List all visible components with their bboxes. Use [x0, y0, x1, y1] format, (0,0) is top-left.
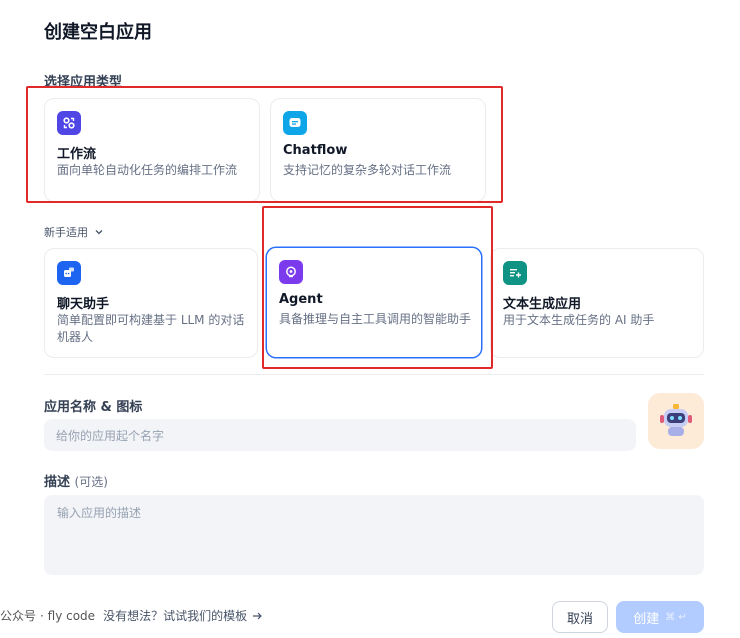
agent-icon [279, 260, 303, 284]
arrow-right-icon [253, 612, 262, 619]
watermark-suffix: · fly code [40, 608, 96, 623]
app-type-title: Agent [279, 292, 323, 307]
desc-placeholder: 输入应用的描述 [57, 506, 142, 520]
app-description-textarea[interactable]: 输入应用的描述 [44, 495, 704, 575]
create-button-label: 创建 [633, 611, 660, 627]
app-type-desc: 支持记忆的复杂多轮对话工作流 [283, 163, 452, 177]
create-shortcut: ⌘ ↵ [665, 611, 687, 623]
app-type-section-label: 选择应用类型 [44, 75, 123, 90]
divider [44, 374, 704, 375]
newbie-label: 新手适用 [44, 226, 88, 239]
robot-icon [660, 404, 692, 436]
chatflow-icon [283, 111, 307, 135]
newbie-toggle[interactable]: 新手适用 [44, 224, 104, 240]
desc-optional: (可选) [74, 475, 108, 489]
workflow-icon [57, 111, 81, 135]
app-type-card-text-generation[interactable]: 文本生成应用 用于文本生成任务的 AI 助手 [490, 248, 704, 358]
template-link-text: 没有想法？试试我们的模板 [103, 609, 248, 623]
text-generation-icon [503, 261, 527, 285]
app-type-card-workflow[interactable]: 工作流 面向单轮自动化任务的编排工作流 [44, 98, 260, 202]
name-label: 应用名称 & 图标 [44, 400, 143, 415]
app-type-desc: 简单配置即可构建基于 LLM 的对话机器人 [57, 313, 245, 344]
chat-assistant-icon [57, 261, 81, 285]
create-button[interactable]: 创建 ⌘ ↵ [616, 601, 704, 633]
chevron-down-icon [95, 230, 103, 235]
footer-left: 公众号 · fly code 没有想法？试试我们的模板 [0, 607, 263, 624]
app-type-title: Chatflow [283, 143, 348, 158]
app-type-card-chat-assistant[interactable]: 聊天助手 简单配置即可构建基于 LLM 的对话机器人 [44, 248, 258, 358]
desc-label: 描述 (可选) [44, 471, 108, 490]
app-type-title: 聊天助手 [57, 297, 110, 312]
watermark: 公众号 [0, 609, 37, 623]
app-type-title: 文本生成应用 [503, 297, 582, 312]
desc-label-text: 描述 [44, 475, 71, 490]
app-type-desc: 具备推理与自主工具调用的智能助手 [279, 312, 472, 326]
app-type-card-chatflow[interactable]: Chatflow 支持记忆的复杂多轮对话工作流 [270, 98, 486, 202]
cancel-button[interactable]: 取消 [552, 601, 608, 633]
app-icon-picker[interactable] [648, 393, 704, 449]
app-type-desc: 面向单轮自动化任务的编排工作流 [57, 163, 238, 177]
app-type-card-agent[interactable]: Agent 具备推理与自主工具调用的智能助手 [266, 247, 482, 358]
app-name-input[interactable]: 给你的应用起个名字 [44, 419, 636, 451]
app-type-desc: 用于文本生成任务的 AI 助手 [503, 313, 655, 327]
app-type-title: 工作流 [57, 147, 97, 162]
page-title: 创建空白应用 [44, 22, 152, 43]
template-link[interactable]: 没有想法？试试我们的模板 [103, 607, 263, 624]
app-name-placeholder: 给你的应用起个名字 [56, 428, 165, 443]
